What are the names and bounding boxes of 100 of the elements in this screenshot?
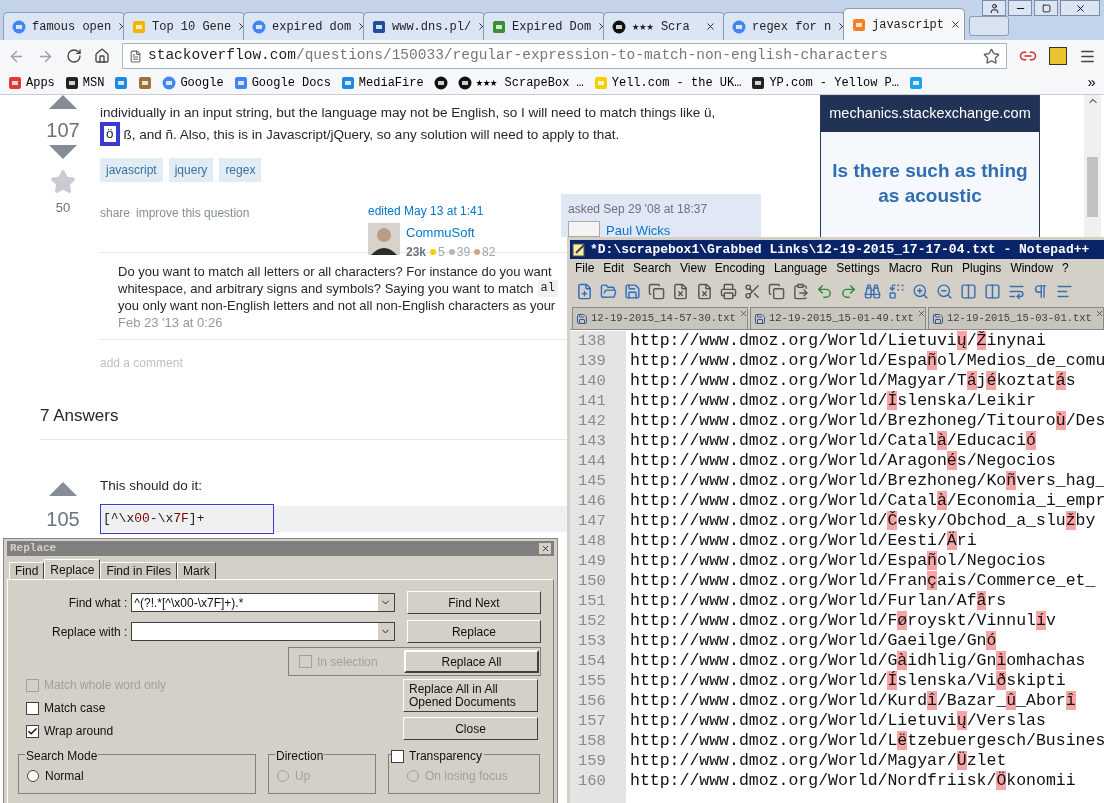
bookmark[interactable]: MediaFire [340,74,424,92]
open-folder-icon[interactable] [600,282,617,300]
print-icon[interactable] [720,282,737,300]
browser-tab[interactable]: Top 10 Gene [123,12,245,40]
restore-button[interactable] [1034,0,1058,16]
home-icon[interactable] [94,48,110,64]
menu-item[interactable]: Macro [888,259,922,277]
file-tab[interactable]: 12-19-2015_15-03-01.txt [928,307,1104,329]
replace-all-opened-button[interactable]: Replace All in All Opened Documents [403,679,538,712]
cut-icon[interactable] [744,282,761,300]
menu-item[interactable]: Edit [603,259,625,277]
replace-all-button[interactable]: Replace All [404,650,539,673]
dialog-tab[interactable]: Find in Files [100,562,178,579]
close-icon[interactable] [705,21,716,32]
upvote-icon[interactable] [49,481,77,496]
bookmark[interactable]: Yell.com - the UK… [593,74,742,92]
favorite-star-icon[interactable] [50,169,76,195]
bookmark[interactable]: MSN [64,74,105,92]
line-number: 149 [578,551,607,571]
menu-item[interactable]: Window [1010,259,1054,277]
dialog-tab[interactable]: Replace [44,559,101,579]
profile-button[interactable] [982,0,1006,16]
find-icon[interactable] [864,282,881,300]
menu-item[interactable]: ? [1062,259,1069,277]
close-button[interactable]: Close [403,717,538,740]
radio-button[interactable] [27,770,39,782]
checkbox[interactable] [26,701,39,715]
close-button[interactable] [539,543,551,554]
dialog-tab[interactable]: Find [9,562,45,579]
tag[interactable]: javascript [100,158,163,182]
zoom-out-icon[interactable] [936,282,953,300]
scrollbar[interactable] [1084,95,1101,237]
close-icon[interactable] [950,19,961,30]
paste-icon[interactable] [792,282,809,300]
bookmark[interactable]: ★★★ ScrapeBox … [457,74,584,92]
undo-icon[interactable] [816,282,833,300]
menu-item[interactable]: Search [633,259,672,277]
close-all-icon[interactable] [696,282,713,300]
edited-date-link[interactable]: edited May 13 at 1:41 [368,202,561,220]
save-icon[interactable] [624,282,641,300]
new-file-icon[interactable] [576,282,593,300]
code-line: http://www.dmoz.org/World/Magyar/Tájékoztatás [630,371,1077,391]
browser-tab[interactable]: javascript [843,8,965,40]
tag[interactable]: regex [219,158,262,182]
browser-tab[interactable]: famous open [3,12,125,40]
reload-icon[interactable] [66,48,82,64]
downvote-icon[interactable] [49,145,77,159]
find-next-button[interactable]: Find Next [406,591,541,614]
dialog-tab[interactable]: Mark [177,562,216,579]
browser-tab[interactable]: Expired Dom [483,12,605,40]
replace-button[interactable]: Replace [406,620,541,643]
copy-icon[interactable] [768,282,785,300]
bookmark[interactable]: Google Docs [233,74,331,92]
browser-tab[interactable]: ★★★ Scra [603,12,725,40]
replace-icon[interactable] [888,282,905,300]
tag[interactable]: jquery [168,158,214,182]
field-label: Replace with : [51,623,129,641]
inline-code: al [537,280,558,297]
bookmark[interactable]: Google [162,74,224,92]
browser-tab[interactable]: expired dom [243,12,365,40]
menu-item[interactable]: File [575,259,595,277]
more-bookmarks-button[interactable]: » [1087,72,1096,94]
file-tab[interactable]: 12-19-2015_15-01-49.txt [750,307,926,329]
minimize-button[interactable] [1008,0,1032,16]
bookmark[interactable]: YP.com - Yellow P… [751,74,899,92]
replace-with-combobox[interactable] [131,622,395,641]
question-text: ß, and ñ. Also, this is in Javascript/jQuery, so any solution will need to apply to that. [123,125,620,144]
find-what-combobox[interactable]: ^(?!.*[^\x00-\x7F]+).* [131,593,395,612]
redo-icon[interactable] [840,282,857,300]
checkbox-label: Wrap around [44,723,114,740]
close-button[interactable] [1060,0,1100,16]
line-number: 150 [578,571,607,591]
js-extension-icon[interactable] [1049,47,1067,65]
line-number: 153 [578,631,607,651]
browser-tab[interactable]: regex for n [723,12,845,40]
post-action-link[interactable]: share [100,204,131,250]
zoom-in-icon[interactable] [912,282,929,300]
save-all-icon[interactable] [648,282,665,300]
menu-item[interactable]: View [680,259,706,277]
menu-item[interactable]: Encoding [714,259,765,277]
bookmark[interactable]: Apps [8,74,55,92]
checkbox[interactable] [26,724,39,738]
panel-icon[interactable] [960,282,977,300]
close-file-icon[interactable] [672,282,689,300]
user-name-link[interactable]: Paul Wicks [606,221,671,241]
scroll-thumb[interactable] [1087,157,1098,217]
bookmark-star-icon[interactable] [983,47,1000,65]
menu-item[interactable]: Language [773,259,828,277]
user-name-link[interactable]: CommuSoft [406,223,496,243]
checkbox[interactable] [391,749,404,763]
post-action-link[interactable]: improve this question [136,204,250,250]
browser-tab[interactable]: www.dns.pl/ [363,12,485,40]
menu-item[interactable]: Settings [836,259,880,277]
address-bar[interactable]: stackoverflow.com/questions/150033/regular-expression-to-match-non-english-characters [122,43,1007,69]
menu-item[interactable]: Plugins [962,259,1002,277]
menu-item[interactable]: Run [931,259,953,277]
ad-card[interactable]: mechanics.stackexchange.com Is there such as thing as acoustic [820,95,1040,237]
pilcrow-icon[interactable] [1032,282,1049,300]
file-tab[interactable]: 12-19-2015_14-57-30.txt [572,307,748,329]
panel-icon[interactable] [984,282,1001,300]
